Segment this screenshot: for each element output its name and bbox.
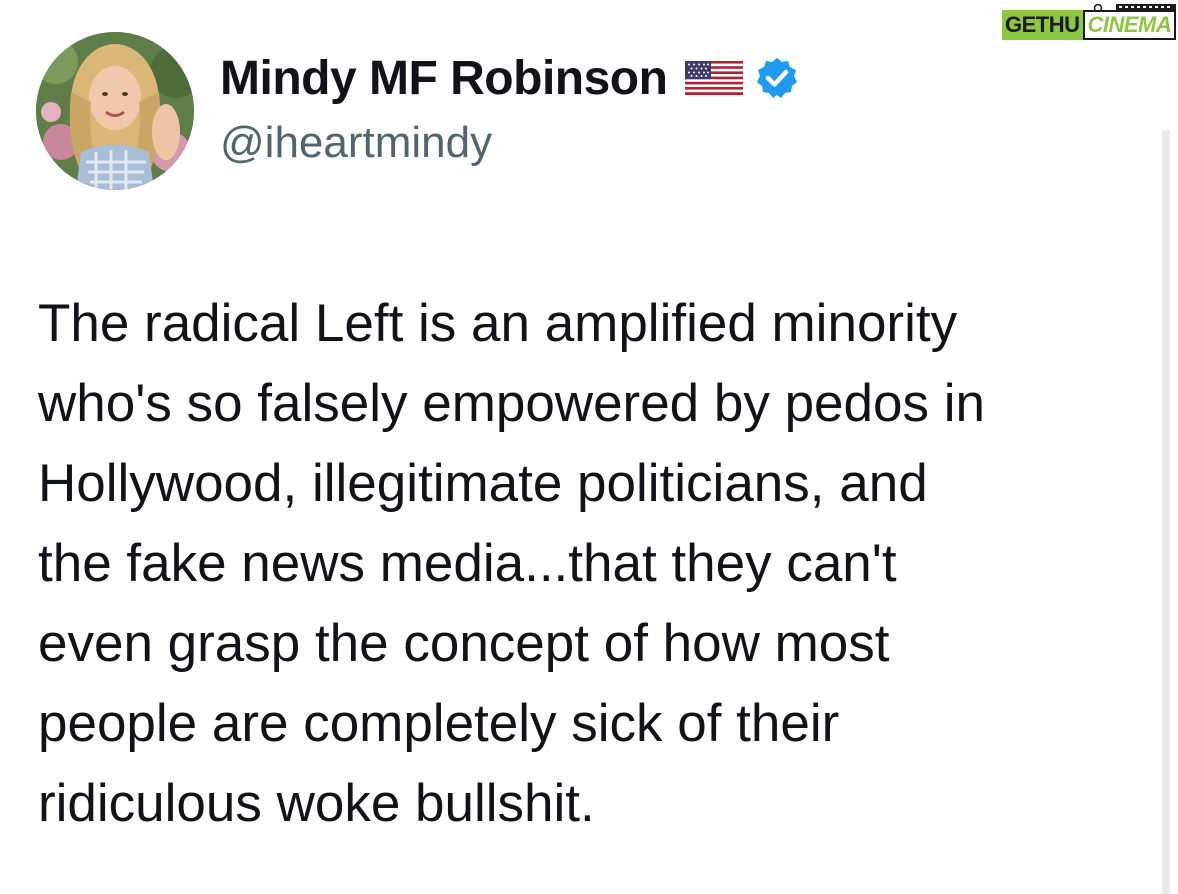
author-handle[interactable]: @iheartmindy [220, 118, 492, 168]
display-name[interactable]: Mindy MF Robinson [220, 51, 668, 106]
tweet-card: Mindy MF Robinson @iheartmindy The radic… [0, 0, 1178, 894]
tweet-line: the fake news media...that they can't [38, 534, 897, 593]
avatar-image [36, 32, 194, 190]
tweet-line: Hollywood, illegitimate politicians, and [38, 454, 928, 513]
tweet-text: The radical Left is an amplified minorit… [38, 284, 1138, 844]
avatar[interactable] [36, 32, 194, 190]
tweet-line: who's so falsely empowered by pedos in [38, 374, 985, 433]
watermark-text-cinema: CINEMA [1082, 10, 1177, 40]
tweet-line: The radical Left is an amplified minorit… [38, 294, 958, 353]
us-flag-icon [684, 60, 744, 96]
tweet-line: ridiculous woke bullshit. [38, 774, 595, 833]
tweet-line: even grasp the concept of how most [38, 614, 890, 673]
verified-badge-icon[interactable] [755, 56, 799, 100]
author-name-row: Mindy MF Robinson [220, 46, 799, 110]
watermark-text-gethu: GETHU [1002, 10, 1083, 40]
watermark-logo: GETHU CINEMA [1002, 4, 1177, 44]
tweet-line: people are completely sick of their [38, 694, 840, 753]
edge-divider [1162, 130, 1170, 894]
